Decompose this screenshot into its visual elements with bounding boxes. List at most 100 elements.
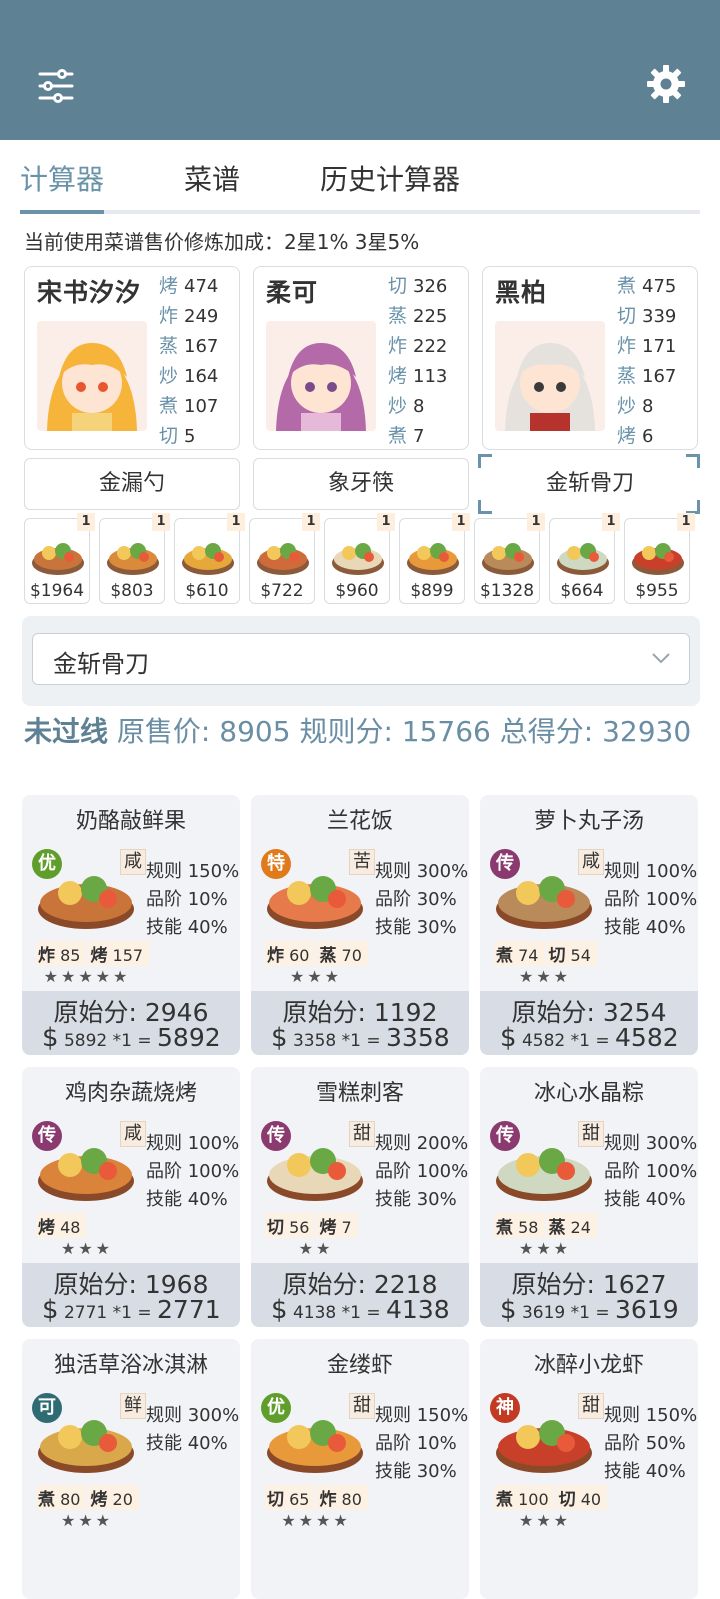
dish-stat: 技能 40%: [146, 1433, 228, 1454]
recipe-card[interactable]: 冰心水晶粽 传 甜 规则 300% 品阶 100% 技能 40% 煮 58 蒸 24 …: [480, 1067, 698, 1327]
chef-card[interactable]: 宋书汐汐 烤 474 炸 249 蒸 167 炒 164 煮 107 切 5: [24, 266, 240, 450]
requirement-type: 煮: [496, 1490, 513, 1510]
chef-skill: 炒8: [388, 391, 468, 421]
total-price: 5892: [157, 1023, 221, 1052]
recipe-card[interactable]: 金缕虾 优 甜 规则 150% 品阶 10% 技能 30% 切 65 炸 80 ★★★…: [251, 1339, 469, 1599]
dish-stat: 技能 40%: [604, 1189, 686, 1210]
recipe-title: 鸡肉杂蔬烧烤: [64, 1081, 197, 1106]
dish-image: [257, 543, 309, 575]
tab-recipes[interactable]: 菜谱: [184, 158, 240, 198]
dish-qty-badge: 1: [77, 513, 95, 531]
dish-qty-badge: 1: [677, 513, 695, 531]
taste-badge: 甜: [578, 1393, 604, 1419]
dish-price: $960: [335, 581, 379, 601]
recipe-card[interactable]: 鸡肉杂蔬烧烤 传 咸 规则 100% 品阶 100% 技能 40% 烤 48 ★★★…: [22, 1067, 240, 1327]
unit-price: 4138: [292, 1303, 337, 1323]
equip-slot-1[interactable]: 金漏勺: [24, 458, 240, 510]
dish-thumb[interactable]: $722 1: [249, 513, 320, 604]
dish-thumb[interactable]: $960 1: [324, 513, 395, 604]
recipe-title: 冰醉小龙虾: [533, 1353, 644, 1378]
tab-bar: 计算器 菜谱 历史计算器: [0, 140, 720, 216]
requirement-type: 煮: [38, 1490, 55, 1510]
selection-corner: [686, 500, 700, 514]
recipe-card[interactable]: 萝卜丸子汤 传 咸 规则 100% 品阶 100% 技能 40% 煮 74 切 54 …: [480, 795, 698, 1055]
dish-stat: 技能 30%: [375, 1461, 457, 1482]
dish-image: [182, 543, 234, 575]
taste-badge: 苦: [349, 849, 375, 875]
requirement-value: 80: [341, 1490, 362, 1509]
dollar-sign: $: [42, 1023, 59, 1053]
result-summary: 未过线 原售价: 8905 规则分: 15766 总得分: 32930: [24, 714, 694, 750]
recipe-card[interactable]: 冰醉小龙虾 神 甜 规则 150% 品阶 50% 技能 40% 煮 100 切 40 …: [480, 1339, 698, 1599]
recipe-card[interactable]: 兰花饭 特 苦 规则 300% 品阶 30% 技能 30% 炸 60 蒸 70 ★★★…: [251, 795, 469, 1055]
rule-score-label: 规则分:: [299, 715, 393, 748]
total-price: 2771: [157, 1295, 221, 1324]
multiplier: *1: [112, 1031, 132, 1051]
star-rating: ★★★: [60, 1511, 114, 1530]
dish-thumb[interactable]: $664 1: [549, 513, 620, 604]
skill-value: 164: [184, 366, 219, 387]
requirement-type: 炸: [319, 1490, 337, 1510]
skill-type: 炸: [388, 335, 408, 357]
price-calc: $ 2771 *1 = 2771: [42, 1295, 221, 1325]
dish-thumb[interactable]: $899 1: [399, 513, 470, 604]
skill-requirements: 切 65 炸 80: [265, 1485, 370, 1510]
skill-requirement: 炸 60: [265, 941, 316, 966]
dish-stat: 技能 40%: [146, 1189, 228, 1210]
skill-value: 167: [184, 336, 219, 357]
recipe-card[interactable]: 雪糕刺客 传 甜 规则 200% 品阶 100% 技能 30% 切 56 烤 7 ★★…: [251, 1067, 469, 1327]
multiplier: *1: [341, 1031, 361, 1051]
skill-requirement: 煮 80: [36, 1485, 87, 1510]
multiplier: *1: [570, 1303, 590, 1323]
chef-card[interactable]: 黑柏 煮 475 切 339 炸 171 蒸 167 炒 8 烤 6: [482, 266, 698, 450]
dish-thumb[interactable]: $610 1: [174, 513, 245, 604]
skill-value: 222: [413, 336, 448, 357]
star-rating: ★★: [298, 1239, 334, 1258]
skill-type: 炸: [159, 305, 179, 327]
dollar-sign: $: [42, 1295, 59, 1325]
skill-value: 326: [413, 276, 448, 297]
skill-type: 切: [617, 305, 637, 327]
dish-thumb[interactable]: $1964 1: [24, 513, 95, 604]
score-panel: 原始分: 1627 $ 3619 *1 = 3619: [480, 1263, 698, 1327]
app-bar: [0, 0, 720, 140]
original-price-label: 原售价:: [116, 715, 211, 748]
dish-thumb[interactable]: $955 1: [624, 513, 695, 604]
dish-price: $610: [185, 581, 229, 601]
original-price-value: 8905: [219, 715, 291, 748]
equip-select[interactable]: 金斩骨刀: [32, 633, 690, 685]
filter-menu-icon[interactable]: [36, 66, 76, 106]
score-panel: 原始分: 1192 $ 3358 *1 = 3358: [251, 991, 469, 1055]
skill-value: 249: [184, 306, 219, 327]
equip-slot-3[interactable]: 金斩骨刀: [482, 458, 698, 510]
skill-requirements: 炸 85 烤 157: [36, 941, 151, 966]
skill-type: 炒: [388, 395, 408, 417]
tab-history-calculator[interactable]: 历史计算器: [320, 158, 460, 198]
recipe-title: 雪糕刺客: [315, 1081, 404, 1106]
skill-requirement: 烤 20: [88, 1485, 139, 1510]
skill-requirement: 切 56: [265, 1213, 316, 1238]
dish-stat: 规则 200%: [375, 1133, 469, 1154]
taste-badge: 咸: [120, 849, 146, 875]
settings-gear-icon[interactable]: [646, 64, 686, 104]
rank-badge: 传: [261, 1121, 291, 1151]
dish-stat: 品阶 100%: [604, 889, 698, 910]
requirement-value: 58: [518, 1218, 539, 1237]
tab-indicator: [20, 210, 104, 214]
chef-card[interactable]: 柔可 切 326 蒸 225 炸 222 烤 113 炒 8 煮 7: [253, 266, 469, 450]
dish-price: $722: [260, 581, 304, 601]
dish-qty-badge: 1: [302, 513, 320, 531]
recipe-title: 兰花饭: [326, 809, 393, 834]
equip-slot-2[interactable]: 象牙筷: [253, 458, 469, 510]
skill-requirement: 蒸 24: [546, 1213, 597, 1238]
recipe-card[interactable]: 奶酪敲鲜果 优 咸 规则 150% 品阶 10% 技能 40% 炸 85 烤 157 …: [22, 795, 240, 1055]
recipe-card[interactable]: 独活草浴冰淇淋 可 鲜 规则 300% 技能 40% 煮 80 烤 20 ★★★: [22, 1339, 240, 1599]
skill-type: 煮: [159, 395, 179, 417]
dish-thumb[interactable]: $803 1: [99, 513, 170, 604]
selection-corner: [478, 454, 492, 468]
dish-thumb[interactable]: $1328 1: [474, 513, 545, 604]
tab-calculator[interactable]: 计算器: [20, 158, 104, 198]
rule-score-value: 15766: [401, 715, 491, 748]
chef-skill: 烤 113: [388, 361, 468, 391]
star-rating: ★★★: [518, 1239, 572, 1258]
